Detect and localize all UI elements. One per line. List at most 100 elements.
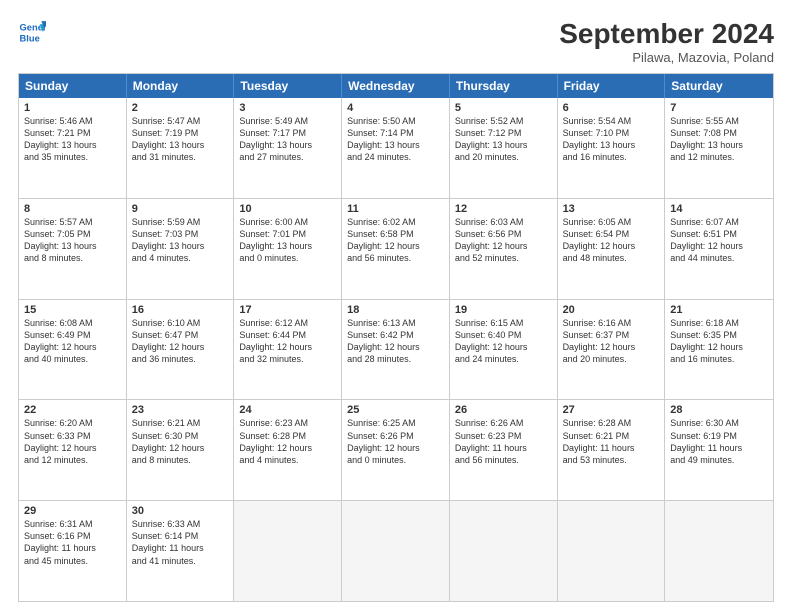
header-sunday: Sunday <box>19 74 127 98</box>
day-number: 29 <box>24 505 121 517</box>
table-row: 2Sunrise: 5:47 AM Sunset: 7:19 PM Daylig… <box>127 98 235 198</box>
day-info: Sunrise: 6:18 AM Sunset: 6:35 PM Dayligh… <box>670 317 768 366</box>
day-number: 1 <box>24 102 121 114</box>
header-thursday: Thursday <box>450 74 558 98</box>
day-number: 11 <box>347 203 444 215</box>
day-info: Sunrise: 6:31 AM Sunset: 6:16 PM Dayligh… <box>24 518 121 567</box>
table-row: 25Sunrise: 6:25 AM Sunset: 6:26 PM Dayli… <box>342 400 450 500</box>
location: Pilawa, Mazovia, Poland <box>559 50 774 65</box>
table-row <box>234 501 342 601</box>
day-number: 23 <box>132 404 229 416</box>
day-number: 22 <box>24 404 121 416</box>
table-row: 28Sunrise: 6:30 AM Sunset: 6:19 PM Dayli… <box>665 400 773 500</box>
table-row: 26Sunrise: 6:26 AM Sunset: 6:23 PM Dayli… <box>450 400 558 500</box>
logo: General Blue <box>18 18 46 46</box>
day-number: 17 <box>239 304 336 316</box>
day-info: Sunrise: 6:08 AM Sunset: 6:49 PM Dayligh… <box>24 317 121 366</box>
table-row: 3Sunrise: 5:49 AM Sunset: 7:17 PM Daylig… <box>234 98 342 198</box>
day-info: Sunrise: 6:28 AM Sunset: 6:21 PM Dayligh… <box>563 417 660 466</box>
day-info: Sunrise: 6:20 AM Sunset: 6:33 PM Dayligh… <box>24 417 121 466</box>
day-number: 25 <box>347 404 444 416</box>
table-row: 24Sunrise: 6:23 AM Sunset: 6:28 PM Dayli… <box>234 400 342 500</box>
day-number: 19 <box>455 304 552 316</box>
table-row: 18Sunrise: 6:13 AM Sunset: 6:42 PM Dayli… <box>342 300 450 400</box>
day-info: Sunrise: 6:13 AM Sunset: 6:42 PM Dayligh… <box>347 317 444 366</box>
day-number: 18 <box>347 304 444 316</box>
svg-text:Blue: Blue <box>20 33 40 43</box>
day-number: 30 <box>132 505 229 517</box>
calendar-header: Sunday Monday Tuesday Wednesday Thursday… <box>19 74 773 98</box>
day-info: Sunrise: 5:50 AM Sunset: 7:14 PM Dayligh… <box>347 115 444 164</box>
page: General Blue September 2024 Pilawa, Mazo… <box>0 0 792 612</box>
day-info: Sunrise: 6:05 AM Sunset: 6:54 PM Dayligh… <box>563 216 660 265</box>
day-number: 8 <box>24 203 121 215</box>
day-info: Sunrise: 6:16 AM Sunset: 6:37 PM Dayligh… <box>563 317 660 366</box>
table-row: 1Sunrise: 5:46 AM Sunset: 7:21 PM Daylig… <box>19 98 127 198</box>
day-number: 3 <box>239 102 336 114</box>
day-info: Sunrise: 5:46 AM Sunset: 7:21 PM Dayligh… <box>24 115 121 164</box>
table-row: 23Sunrise: 6:21 AM Sunset: 6:30 PM Dayli… <box>127 400 235 500</box>
day-number: 5 <box>455 102 552 114</box>
day-info: Sunrise: 6:00 AM Sunset: 7:01 PM Dayligh… <box>239 216 336 265</box>
day-info: Sunrise: 6:03 AM Sunset: 6:56 PM Dayligh… <box>455 216 552 265</box>
header-saturday: Saturday <box>665 74 773 98</box>
day-info: Sunrise: 6:21 AM Sunset: 6:30 PM Dayligh… <box>132 417 229 466</box>
day-info: Sunrise: 6:02 AM Sunset: 6:58 PM Dayligh… <box>347 216 444 265</box>
day-number: 20 <box>563 304 660 316</box>
day-number: 12 <box>455 203 552 215</box>
table-row: 19Sunrise: 6:15 AM Sunset: 6:40 PM Dayli… <box>450 300 558 400</box>
table-row: 10Sunrise: 6:00 AM Sunset: 7:01 PM Dayli… <box>234 199 342 299</box>
day-info: Sunrise: 6:25 AM Sunset: 6:26 PM Dayligh… <box>347 417 444 466</box>
calendar: Sunday Monday Tuesday Wednesday Thursday… <box>18 73 774 602</box>
day-info: Sunrise: 6:12 AM Sunset: 6:44 PM Dayligh… <box>239 317 336 366</box>
table-row <box>665 501 773 601</box>
header-tuesday: Tuesday <box>234 74 342 98</box>
day-info: Sunrise: 6:07 AM Sunset: 6:51 PM Dayligh… <box>670 216 768 265</box>
day-number: 27 <box>563 404 660 416</box>
logo-icon: General Blue <box>18 18 46 46</box>
table-row: 5Sunrise: 5:52 AM Sunset: 7:12 PM Daylig… <box>450 98 558 198</box>
table-row: 14Sunrise: 6:07 AM Sunset: 6:51 PM Dayli… <box>665 199 773 299</box>
calendar-body: 1Sunrise: 5:46 AM Sunset: 7:21 PM Daylig… <box>19 98 773 601</box>
table-row <box>558 501 666 601</box>
day-number: 13 <box>563 203 660 215</box>
calendar-row-2: 8Sunrise: 5:57 AM Sunset: 7:05 PM Daylig… <box>19 199 773 300</box>
day-number: 28 <box>670 404 768 416</box>
table-row: 13Sunrise: 6:05 AM Sunset: 6:54 PM Dayli… <box>558 199 666 299</box>
header-wednesday: Wednesday <box>342 74 450 98</box>
calendar-row-5: 29Sunrise: 6:31 AM Sunset: 6:16 PM Dayli… <box>19 501 773 601</box>
calendar-row-3: 15Sunrise: 6:08 AM Sunset: 6:49 PM Dayli… <box>19 300 773 401</box>
day-info: Sunrise: 6:15 AM Sunset: 6:40 PM Dayligh… <box>455 317 552 366</box>
day-info: Sunrise: 5:54 AM Sunset: 7:10 PM Dayligh… <box>563 115 660 164</box>
day-number: 16 <box>132 304 229 316</box>
table-row <box>342 501 450 601</box>
day-info: Sunrise: 6:33 AM Sunset: 6:14 PM Dayligh… <box>132 518 229 567</box>
table-row: 30Sunrise: 6:33 AM Sunset: 6:14 PM Dayli… <box>127 501 235 601</box>
table-row: 12Sunrise: 6:03 AM Sunset: 6:56 PM Dayli… <box>450 199 558 299</box>
day-number: 24 <box>239 404 336 416</box>
title-block: September 2024 Pilawa, Mazovia, Poland <box>559 18 774 65</box>
table-row: 9Sunrise: 5:59 AM Sunset: 7:03 PM Daylig… <box>127 199 235 299</box>
header: General Blue September 2024 Pilawa, Mazo… <box>18 18 774 65</box>
table-row <box>450 501 558 601</box>
table-row: 15Sunrise: 6:08 AM Sunset: 6:49 PM Dayli… <box>19 300 127 400</box>
day-info: Sunrise: 5:47 AM Sunset: 7:19 PM Dayligh… <box>132 115 229 164</box>
day-info: Sunrise: 6:10 AM Sunset: 6:47 PM Dayligh… <box>132 317 229 366</box>
month-title: September 2024 <box>559 18 774 50</box>
table-row: 22Sunrise: 6:20 AM Sunset: 6:33 PM Dayli… <box>19 400 127 500</box>
day-number: 26 <box>455 404 552 416</box>
day-info: Sunrise: 6:26 AM Sunset: 6:23 PM Dayligh… <box>455 417 552 466</box>
table-row: 16Sunrise: 6:10 AM Sunset: 6:47 PM Dayli… <box>127 300 235 400</box>
day-number: 21 <box>670 304 768 316</box>
day-number: 2 <box>132 102 229 114</box>
table-row: 8Sunrise: 5:57 AM Sunset: 7:05 PM Daylig… <box>19 199 127 299</box>
table-row: 21Sunrise: 6:18 AM Sunset: 6:35 PM Dayli… <box>665 300 773 400</box>
table-row: 27Sunrise: 6:28 AM Sunset: 6:21 PM Dayli… <box>558 400 666 500</box>
day-info: Sunrise: 5:52 AM Sunset: 7:12 PM Dayligh… <box>455 115 552 164</box>
day-number: 14 <box>670 203 768 215</box>
day-number: 15 <box>24 304 121 316</box>
table-row: 11Sunrise: 6:02 AM Sunset: 6:58 PM Dayli… <box>342 199 450 299</box>
day-number: 10 <box>239 203 336 215</box>
day-number: 9 <box>132 203 229 215</box>
header-friday: Friday <box>558 74 666 98</box>
